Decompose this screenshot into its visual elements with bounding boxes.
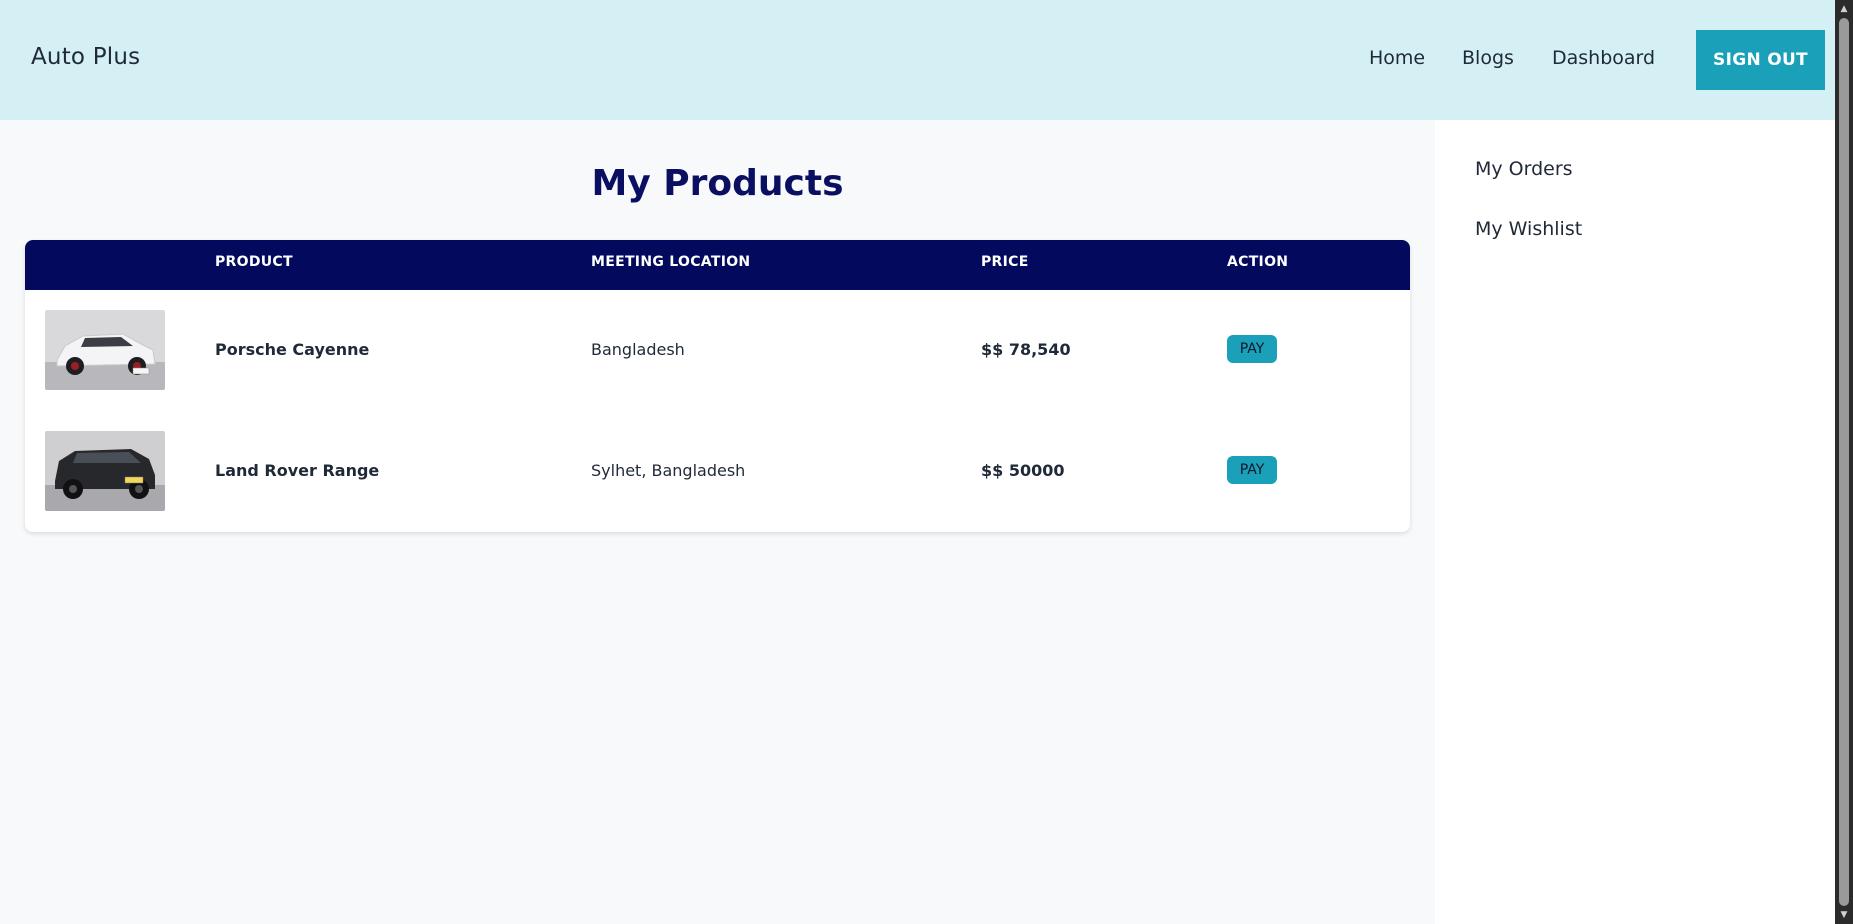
page-title: My Products	[591, 163, 844, 204]
vertical-scrollbar[interactable]: ▲ ▼	[1835, 0, 1853, 924]
sign-out-button[interactable]: SIGN OUT	[1696, 30, 1825, 90]
scrollbar-thumb[interactable]	[1839, 18, 1849, 906]
table-row: Porsche Cayenne Bangladesh $$ 78,540 PAY	[25, 290, 1410, 412]
product-image-land-rover	[45, 431, 165, 511]
meeting-location: Bangladesh	[591, 340, 685, 359]
header-meeting-location: MEETING LOCATION	[591, 254, 751, 270]
header-product: PRODUCT	[215, 254, 293, 270]
product-image-porsche	[45, 310, 165, 390]
product-name: Porsche Cayenne	[215, 340, 370, 359]
brand-logo[interactable]: Auto Plus	[31, 44, 140, 70]
header-action: ACTION	[1227, 254, 1289, 270]
dashboard-sidebar: My Orders My Wishlist	[1435, 120, 1835, 924]
scroll-down-icon[interactable]: ▼	[1839, 908, 1849, 922]
header-price: PRICE	[981, 254, 1029, 270]
product-name: Land Rover Range	[215, 461, 380, 480]
sidebar-item-my-wishlist[interactable]: My Wishlist	[1475, 218, 1582, 240]
top-navbar: Auto Plus Home Blogs Dashboard SIGN OUT	[0, 0, 1835, 120]
product-price: $$ 78,540	[981, 340, 1071, 359]
products-table: PRODUCT MEETING LOCATION PRICE ACTION Po…	[25, 240, 1410, 532]
pay-button[interactable]: PAY	[1227, 456, 1277, 484]
sidebar-item-my-orders[interactable]: My Orders	[1475, 158, 1573, 180]
table-header: PRODUCT MEETING LOCATION PRICE ACTION	[25, 240, 1410, 290]
product-price: $$ 50000	[981, 461, 1065, 480]
pay-button[interactable]: PAY	[1227, 335, 1277, 363]
meeting-location: Sylhet, Bangladesh	[591, 461, 746, 480]
nav-link-blogs[interactable]: Blogs	[1462, 47, 1514, 69]
nav-link-dashboard[interactable]: Dashboard	[1552, 47, 1655, 69]
nav-link-home[interactable]: Home	[1369, 47, 1425, 69]
scroll-up-icon[interactable]: ▲	[1839, 2, 1849, 16]
table-row: Land Rover Range Sylhet, Bangladesh $$ 5…	[25, 411, 1410, 532]
